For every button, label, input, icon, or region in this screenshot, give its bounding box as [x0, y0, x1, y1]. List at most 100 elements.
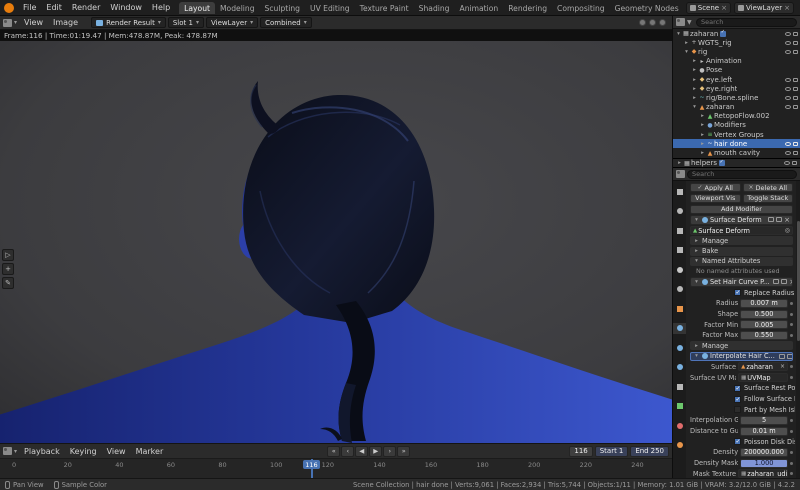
- outliner-row-mouth-cavity[interactable]: ▸▲mouth cavity: [673, 148, 800, 157]
- hide-in-viewport-icon[interactable]: [785, 105, 791, 109]
- apply-all-button[interactable]: ✓Apply All: [690, 183, 741, 192]
- jump-to-start-button[interactable]: «: [327, 446, 340, 457]
- disable-in-render-icon[interactable]: [793, 151, 798, 155]
- expander-icon[interactable]: ▸: [691, 58, 698, 64]
- checkbox[interactable]: [734, 406, 741, 413]
- outliner-row-rig-bone-spline[interactable]: ▸~rig/Bone.spline: [673, 93, 800, 102]
- playhead-frame-label[interactable]: 116: [303, 460, 319, 469]
- properties-tab-view-layer[interactable]: [673, 245, 686, 256]
- properties-tab-material[interactable]: [673, 420, 686, 431]
- image-editor-viewport[interactable]: ▷+✎: [0, 41, 672, 443]
- workspace-tab-sculpting[interactable]: Sculpting: [260, 2, 305, 14]
- checkbox-row-follow-surface-n[interactable]: Follow Surface N...: [688, 394, 795, 404]
- render-pass-selector[interactable]: Combined ▾: [260, 17, 312, 28]
- checkbox[interactable]: [734, 438, 741, 445]
- disable-in-render-icon[interactable]: [793, 96, 798, 100]
- expander-icon[interactable]: ▸: [699, 122, 706, 128]
- properties-tab-modifiers[interactable]: [673, 323, 686, 334]
- property-field-density[interactable]: 200000.000: [740, 448, 788, 457]
- timeline-menu-keying[interactable]: Keying: [65, 447, 102, 456]
- expander-icon[interactable]: ▸: [693, 343, 700, 349]
- hide-in-viewport-icon[interactable]: [785, 151, 791, 155]
- view-layer-remove-icon[interactable]: ×: [784, 4, 790, 12]
- outliner-row-zaharan[interactable]: ▾▦zaharan: [673, 29, 800, 38]
- property-field-factor-min[interactable]: 0.005: [740, 320, 788, 329]
- animate-property-icon[interactable]: [790, 472, 793, 475]
- image-editor-menu-view[interactable]: View: [19, 18, 48, 27]
- editor-type-properties-icon[interactable]: [676, 170, 685, 178]
- expander-icon[interactable]: ▸: [683, 40, 690, 46]
- filter-icon[interactable]: ▼: [687, 19, 694, 26]
- properties-tab-object-data[interactable]: [673, 401, 686, 412]
- expander-icon[interactable]: ▾: [693, 258, 700, 264]
- editor-type-image-icon[interactable]: [3, 19, 12, 27]
- workspace-tab-shading[interactable]: Shading: [414, 2, 455, 14]
- outliner-row-eye-right[interactable]: ▸◆eye.right: [673, 84, 800, 93]
- disable-in-render-icon[interactable]: [793, 50, 798, 54]
- cursor-tool-icon[interactable]: ▷: [2, 249, 14, 261]
- outliner-row-pose[interactable]: ▸●Pose: [673, 66, 800, 75]
- expander-icon[interactable]: ▾: [683, 49, 690, 55]
- hide-in-viewport-icon[interactable]: [785, 32, 791, 36]
- workspace-tab-geometry-nodes[interactable]: Geometry Nodes: [610, 2, 684, 14]
- disable-in-render-icon[interactable]: [793, 142, 798, 146]
- collection-checkbox[interactable]: [719, 160, 725, 166]
- property-field-mask-texture[interactable]: ▦zaharan_udi...: [738, 469, 788, 478]
- expander-icon[interactable]: ▸: [699, 132, 706, 138]
- toggle-stack-button[interactable]: Toggle Stack: [743, 194, 794, 203]
- workspace-tab-rendering[interactable]: Rendering: [503, 2, 552, 14]
- animate-property-icon[interactable]: [790, 365, 793, 368]
- expander-icon[interactable]: ▸: [676, 160, 683, 166]
- property-field-density-mask[interactable]: 1.000: [740, 459, 788, 468]
- expander-icon[interactable]: ▾: [693, 353, 700, 359]
- outliner-collection-helpers[interactable]: ▸ ▦ helpers: [673, 158, 800, 168]
- properties-tab-particles[interactable]: [673, 342, 686, 353]
- render-layer-selector[interactable]: ViewLayer ▾: [206, 17, 258, 28]
- menu-file[interactable]: File: [18, 3, 41, 12]
- outliner-row-hair-done[interactable]: ▸~hair done: [673, 139, 800, 148]
- image-datablock-selector[interactable]: Render Result ▾: [91, 17, 166, 28]
- properties-scrollbar[interactable]: [796, 181, 800, 478]
- animate-property-icon[interactable]: [790, 313, 793, 316]
- properties-tab-tool[interactable]: [673, 186, 686, 197]
- hide-in-viewport-icon[interactable]: [785, 96, 791, 100]
- outliner-row-eye-left[interactable]: ▸◆eye.left: [673, 75, 800, 84]
- timeline-menu-playback[interactable]: Playback: [19, 447, 65, 456]
- clear-icon[interactable]: ×: [780, 363, 785, 370]
- workspace-tab-compositing[interactable]: Compositing: [552, 2, 610, 14]
- jump-to-end-button[interactable]: »: [397, 446, 410, 457]
- expander-icon[interactable]: ▾: [693, 279, 700, 285]
- properties-tab-physics[interactable]: [673, 362, 686, 373]
- expander-icon[interactable]: ▸: [691, 95, 698, 101]
- checkbox-row-poisson-disk-distr[interactable]: Poisson Disk Distr...: [688, 437, 795, 447]
- property-field-surface-uv-map[interactable]: ▦UVMap: [738, 373, 788, 382]
- expander-icon[interactable]: ▸: [693, 238, 700, 244]
- use-in-render-icon[interactable]: [776, 217, 782, 222]
- frame-end-field[interactable]: End 250: [630, 446, 669, 457]
- expander-icon[interactable]: ▸: [691, 86, 698, 92]
- channels-alpha-icon[interactable]: [659, 19, 666, 26]
- expander-icon[interactable]: ▾: [691, 104, 698, 110]
- checkbox[interactable]: [734, 396, 741, 403]
- timeline-menu-marker[interactable]: Marker: [131, 447, 169, 456]
- subpanel-named-attributes[interactable]: ▾Named Attributes: [690, 257, 793, 266]
- animate-property-icon[interactable]: [790, 323, 793, 326]
- outliner-row-rig[interactable]: ▾◆rig: [673, 47, 800, 56]
- workspace-tab-animation[interactable]: Animation: [455, 2, 504, 14]
- disable-in-render-icon[interactable]: [793, 87, 798, 91]
- add-modifier-button[interactable]: Add Modifier: [690, 205, 793, 214]
- properties-tab-texture[interactable]: [673, 440, 686, 451]
- property-field-distance-to-guid[interactable]: 0.01 m: [740, 427, 788, 436]
- outliner-search-input[interactable]: [696, 18, 797, 27]
- object-field-surface-deform[interactable]: ▲Surface Deform◎: [690, 226, 793, 235]
- channels-color-icon[interactable]: [649, 19, 656, 26]
- outliner-row-modifiers[interactable]: ▸●Modifiers: [673, 121, 800, 130]
- expander-icon[interactable]: ▸: [693, 248, 700, 254]
- outliner-row-vertex-groups[interactable]: ▸≡Vertex Groups: [673, 130, 800, 139]
- animate-property-icon[interactable]: [790, 462, 793, 465]
- animate-property-icon[interactable]: [790, 302, 793, 305]
- properties-tab-object[interactable]: [673, 303, 686, 314]
- workspace-tab-modeling[interactable]: Modeling: [215, 2, 260, 14]
- subpanel-manage[interactable]: ▸Manage: [690, 341, 793, 350]
- use-in-render-icon[interactable]: [781, 279, 787, 284]
